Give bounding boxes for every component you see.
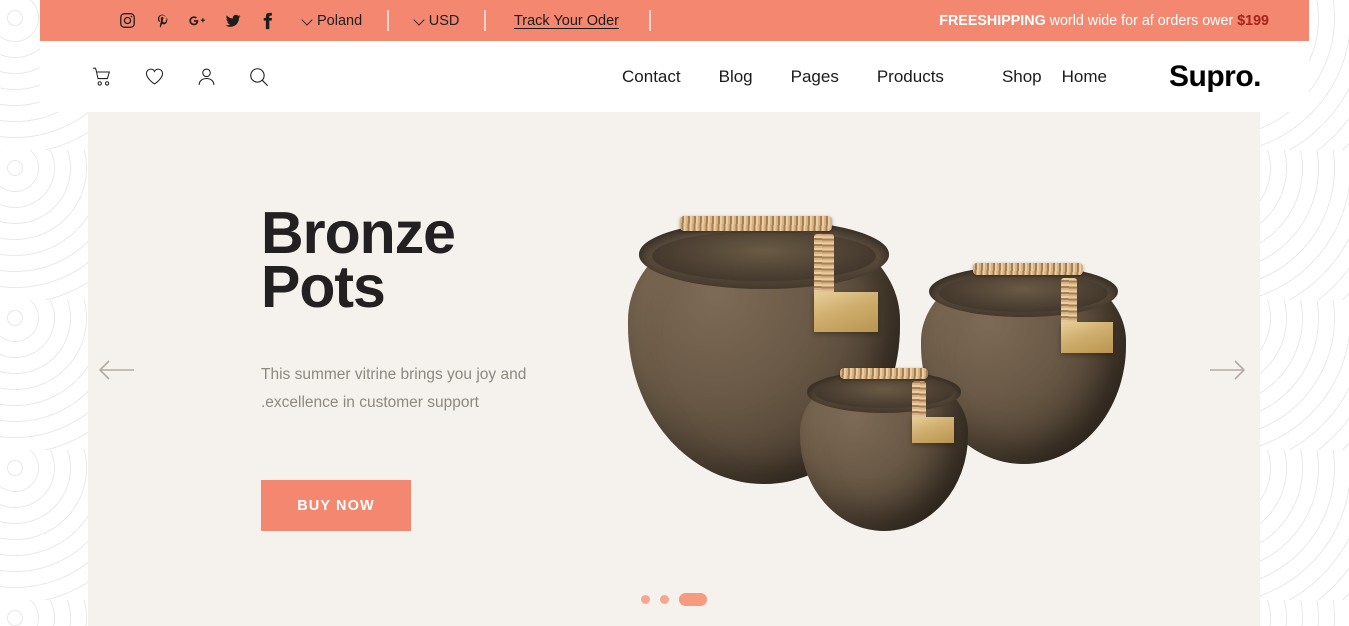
pot-brass-plate: [912, 417, 954, 443]
page-root: Poland USD Track Your Oder FREESHIPPING …: [0, 0, 1349, 626]
chevron-down-icon: [303, 16, 312, 25]
pot-handle: [840, 368, 928, 379]
user-icon[interactable]: [194, 64, 219, 89]
buy-now-button[interactable]: BUY NOW: [261, 480, 411, 531]
instagram-icon[interactable]: [118, 11, 137, 30]
search-icon[interactable]: [246, 64, 271, 89]
pot-handle-wrap: [814, 234, 834, 296]
nav-item-home[interactable]: Home: [1062, 67, 1107, 87]
nav-item-pages[interactable]: Pages: [791, 67, 839, 87]
social-links: [118, 11, 277, 30]
promo-text: world wide for af orders ower: [1045, 12, 1238, 29]
pot-brass-plate: [1061, 322, 1113, 353]
carousel-dots: [88, 593, 1260, 606]
pinterest-icon[interactable]: [153, 11, 172, 30]
facebook-icon[interactable]: [258, 11, 277, 30]
pot-handle: [680, 216, 832, 231]
hero-product-image: [628, 194, 1168, 544]
main-navigation: Contact Blog Pages Products Shop Home: [622, 67, 1107, 87]
pot-inner: [815, 377, 953, 408]
carousel-dot-1[interactable]: [641, 595, 650, 604]
carousel-dot-2[interactable]: [660, 595, 669, 604]
twitter-icon[interactable]: [223, 11, 242, 30]
track-order-link[interactable]: Track Your Oder: [514, 13, 619, 29]
nav-item-shop[interactable]: Shop: [1002, 67, 1042, 87]
hero-title: Bronze Pots: [261, 200, 691, 321]
divider: [484, 10, 486, 31]
promo-highlight: FREESHIPPING: [939, 12, 1046, 29]
hero-carousel: Bronze Pots This summer vitrine brings y…: [88, 112, 1260, 626]
chevron-down-icon: [415, 16, 424, 25]
divider: [649, 10, 651, 31]
hero-subtitle: This summer vitrine brings you joy and .…: [261, 361, 561, 418]
nav-item-products[interactable]: Products: [877, 67, 944, 87]
country-selector[interactable]: Poland: [303, 13, 362, 29]
hero-copy: Bronze Pots This summer vitrine brings y…: [261, 200, 691, 418]
promo-price: $199: [1237, 12, 1269, 29]
hero-title-line-1: Bronze: [261, 200, 456, 266]
site-logo[interactable]: Supro.: [1169, 60, 1262, 94]
top-announcement-bar: Poland USD Track Your Oder FREESHIPPING …: [40, 0, 1309, 41]
hero-subtitle-line-2: .excellence in customer support: [261, 394, 479, 412]
google-plus-icon[interactable]: [188, 11, 207, 30]
pot-handle-wrap: [912, 381, 926, 421]
carousel-dot-3-active[interactable]: [679, 593, 707, 606]
pot-small: [800, 368, 968, 531]
nav-item-contact[interactable]: Contact: [622, 67, 681, 87]
promo-message: FREESHIPPING world wide for af orders ow…: [939, 13, 1269, 29]
carousel-next-arrow-icon[interactable]: [1208, 357, 1248, 383]
currency-selector[interactable]: USD: [415, 13, 460, 29]
hero-subtitle-line-1: This summer vitrine brings you joy and: [261, 365, 527, 383]
pot-handle-wrap: [1061, 278, 1077, 326]
carousel-prev-arrow-icon[interactable]: [96, 357, 136, 383]
pot-inner: [652, 230, 876, 281]
pot-inner: [939, 273, 1108, 312]
heart-icon[interactable]: [142, 64, 167, 89]
nav-item-blog[interactable]: Blog: [719, 67, 753, 87]
header-action-icons: [90, 64, 271, 89]
divider: [387, 10, 389, 31]
hero-title-line-2: Pots: [261, 254, 386, 321]
pot-brass-plate: [814, 292, 878, 332]
currency-label: USD: [428, 12, 460, 29]
pot-handle: [973, 263, 1083, 275]
country-label: Poland: [317, 12, 363, 29]
cart-icon[interactable]: [90, 64, 115, 89]
site-header: Contact Blog Pages Products Shop Home Su…: [40, 41, 1309, 112]
